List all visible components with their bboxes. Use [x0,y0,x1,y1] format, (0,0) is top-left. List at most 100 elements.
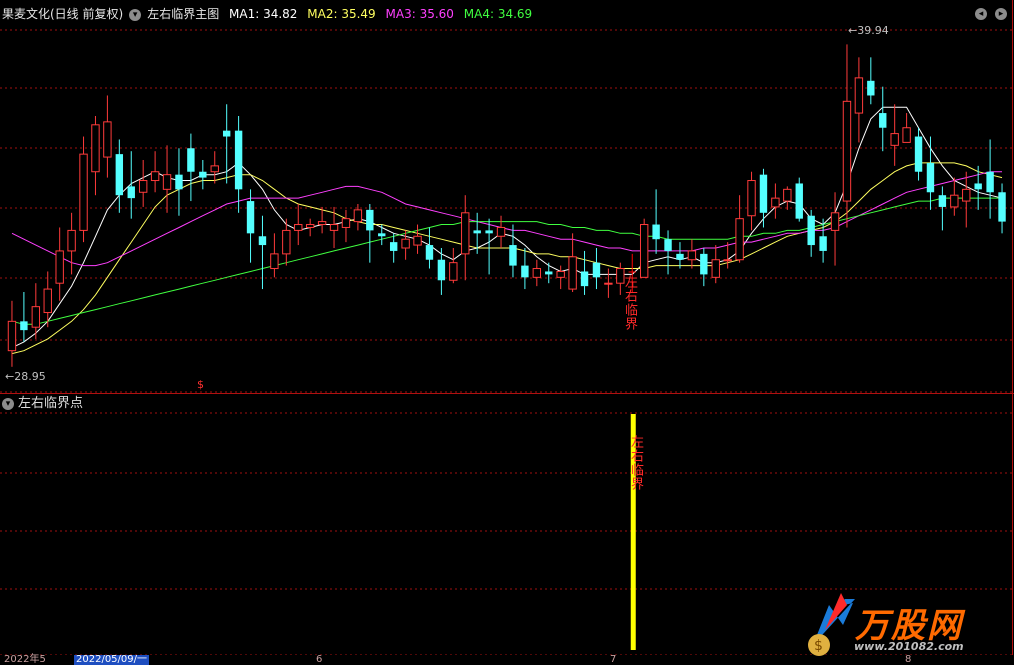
ma3-value: MA3: 35.60 [385,7,454,21]
chevron-down-icon[interactable]: ▾ [129,8,142,21]
candle-body [187,148,195,172]
candle-body [521,265,529,278]
main-chart[interactable] [0,0,1014,393]
dollar-marker: $ [197,378,204,391]
candle-body [43,288,52,314]
candle-body [545,271,553,275]
candle-body [425,245,434,260]
candle-body [305,224,315,228]
candle-body [568,256,577,290]
ma3-line [11,171,1002,267]
sub-signal-label: 左右临界 [628,435,643,491]
candle-body [55,250,64,284]
candle-body [389,242,398,251]
ma4-value: MA4: 34.69 [463,7,533,21]
candle-body [735,218,744,261]
candle-body [496,226,506,237]
candle-body [962,188,971,202]
candle-body [819,236,827,251]
candle-body [79,153,88,231]
chevron-right-icon[interactable]: ▸ [995,8,1007,20]
ma1-line [11,106,1003,349]
candle-body [914,136,923,172]
main-signal-label: 左右临界 [622,275,637,331]
candle-body [127,186,135,199]
candle-body [759,174,768,213]
sub-indicator-header: ▾ 左右临界点 [0,394,83,414]
candle-body [91,124,100,173]
candle-body [199,171,207,178]
chevron-down-icon[interactable]: ▾ [2,397,14,410]
candle-body [138,180,148,193]
candle-body [341,218,351,228]
candle-body [353,209,363,223]
candle-body [854,77,864,114]
candle-body [234,130,243,190]
candle-body [676,253,684,260]
candle-body [580,271,589,287]
candle-body [282,229,291,255]
ma1-value: MA1: 34.82 [229,7,298,21]
candle-body [150,171,160,182]
candle-body [329,224,339,231]
candle-body [830,212,840,231]
candle-body [532,268,542,278]
candle-body [20,321,28,331]
candle-body [413,235,422,246]
candle-body [556,270,565,278]
ma2-value: MA2: 35.49 [307,7,376,21]
candle-body [842,100,852,202]
candle-body [378,233,386,237]
candle-body [974,183,982,190]
sub-indicator-title[interactable]: 左右临界点 [18,396,83,411]
svg-text:$: $ [814,638,823,654]
candle-body [783,188,792,202]
candle-body [366,209,374,231]
candle-body [604,282,613,285]
candle-body [795,183,803,219]
candle-body [592,262,601,278]
candle-body [890,133,899,146]
candle-body [747,180,756,217]
chevron-left-icon[interactable]: ◂ [975,8,987,20]
date-tick: 7 [610,654,617,665]
indicator-title[interactable]: 左右临界主图 [147,7,219,21]
candle-body [103,121,112,158]
candle-body [162,174,172,190]
high-price-label: ←39.94 [848,24,889,37]
candle-body [639,224,649,278]
candle-body [7,320,17,352]
candle-body [485,230,493,234]
candle-body [687,250,697,261]
candle-body [664,239,672,251]
candle-body [317,221,327,226]
candle-body [879,113,887,128]
date-cursor: 2022/05/09/一 [74,654,150,665]
candle-body [461,212,470,255]
candle-body [938,195,947,207]
candle-body [902,127,911,143]
candle-body [31,306,41,328]
candle-body [700,253,708,275]
candle-body [270,253,279,270]
candle-body [807,215,815,246]
candle-body [115,154,124,196]
candle-body [437,259,446,281]
candle-body [210,165,219,173]
candle-body [926,162,935,193]
candle-body [998,192,1006,222]
candle-body [723,259,732,262]
signal-candle [628,271,636,273]
candle-body [771,197,780,208]
candle-body [950,194,959,208]
candle-body [986,171,994,193]
ma4-line [11,197,1002,325]
candle-body [867,80,875,96]
ma2-line [11,162,1003,355]
candle-body [509,245,517,266]
low-price-label: ←28.95 [5,370,46,383]
candle-body [67,229,76,252]
date-tick: 2022年5 [4,654,46,665]
candle-body [711,259,720,278]
candle-body [449,262,458,281]
